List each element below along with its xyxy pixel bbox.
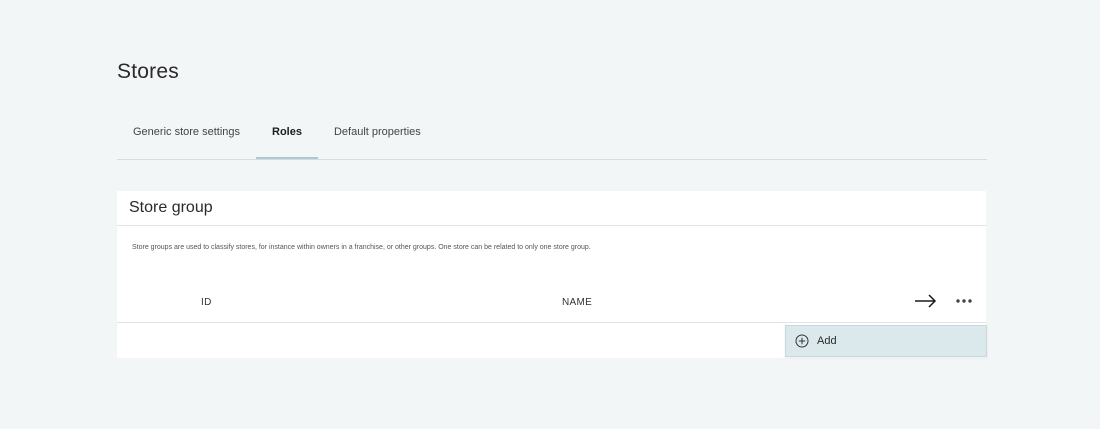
tab-default-properties[interactable]: Default properties [318,112,437,152]
tab-roles[interactable]: Roles [256,112,318,159]
arrow-right-icon [913,291,939,311]
tab-bar: Generic store settings Roles Default pro… [117,112,987,160]
column-header-id[interactable]: ID [201,297,212,308]
card-description: Store groups are used to classify stores… [132,244,591,251]
add-circle-icon [795,334,809,348]
card-title: Store group [117,191,986,226]
add-label: Add [817,335,837,347]
page-title: Stores [117,60,179,83]
table-header: ID NAME [117,287,986,323]
add-menu-item[interactable]: Add [785,325,987,357]
more-horizontal-icon[interactable] [953,293,975,309]
tab-generic-store-settings[interactable]: Generic store settings [117,112,256,152]
column-header-name[interactable]: NAME [562,297,592,308]
